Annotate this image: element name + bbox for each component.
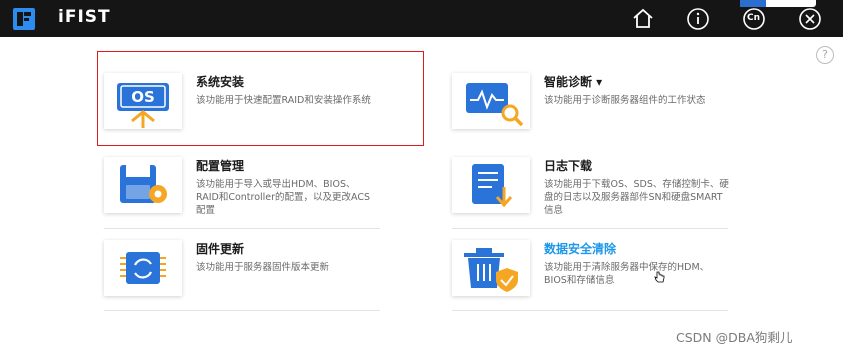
config-icon [104,157,182,213]
log-download-icon [452,157,530,213]
card-os-install[interactable]: OS 系统安装 该功能用于快速配置RAID和安装操作系统 [104,73,404,133]
card-title: 日志下载 [544,159,593,173]
divider [452,228,728,229]
secure-erase-icon [452,240,530,296]
card-description: 该功能用于服务器固件版本更新 [196,262,330,273]
card-config-management[interactable]: 配置管理 该功能用于导入或导出HDM、BIOS、RAID和Controller的… [104,157,404,217]
card-log-download[interactable]: 日志下载 该功能用于下载OS、SDS、存储控制卡、硬盘的日志以及服务器部件SN和… [452,157,742,217]
card-description: 该功能用于快速配置RAID和安装操作系统 [196,95,371,106]
card-description: 该功能用于下载OS、SDS、存储控制卡、硬盘的日志以及服务器部件SN和硬盘SMA… [544,179,729,216]
home-icon[interactable] [630,6,656,32]
ifist-logo-icon [13,8,35,30]
info-icon[interactable] [685,6,711,32]
top-bar: iFIST Cn [0,0,843,37]
help-icon[interactable]: ? [816,46,834,64]
card-description: 该功能用于清除服务器中保存的HDM、BIOS和存储信息 [544,262,710,286]
card-title: 配置管理 [196,159,245,173]
card-title: 固件更新 [196,242,245,256]
language-tab-active [740,0,766,7]
card-title: 数据安全清除 [544,242,617,256]
card-diagnosis[interactable]: 智能诊断 ▾ 该功能用于诊断服务器组件的工作状态 [452,73,742,133]
svg-text:OS: OS [131,88,155,106]
divider [104,310,380,311]
card-secure-erase[interactable]: 数据安全清除 该功能用于清除服务器中保存的HDM、BIOS和存储信息 [452,240,742,300]
hand-cursor-icon [654,271,665,283]
card-description: 该功能用于诊断服务器组件的工作状态 [544,95,706,106]
diagnosis-icon [452,73,530,129]
language-icon[interactable]: Cn [741,6,767,32]
divider [452,310,728,311]
language-label: Cn [747,13,761,23]
app-title: iFIST [58,7,111,27]
watermark: CSDN @DBA狗剩儿 [676,330,793,345]
close-icon[interactable] [797,6,823,32]
os-install-icon: OS [104,73,182,129]
firmware-icon [104,240,182,296]
card-title: 系统安装 [196,75,245,89]
card-title: 智能诊断 ▾ [544,75,603,89]
card-firmware-update[interactable]: 固件更新 该功能用于服务器固件版本更新 [104,240,404,300]
card-description: 该功能用于导入或导出HDM、BIOS、RAID和Controller的配置，以及… [196,179,371,216]
divider [104,228,380,229]
